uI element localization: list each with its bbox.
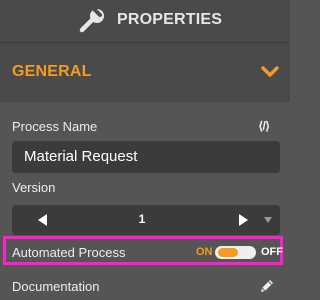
automated-process-toggle[interactable] <box>215 246 256 259</box>
toggle-off-label: OFF <box>261 246 283 258</box>
triangle-right-icon[interactable] <box>238 213 250 227</box>
version-stepper[interactable]: 1 <box>12 205 280 235</box>
triangle-left-icon[interactable] <box>36 213 48 227</box>
panel-title: PROPERTIES <box>117 11 223 28</box>
version-label: Version <box>12 180 56 195</box>
caret-down-icon[interactable] <box>264 217 272 223</box>
wrench-icon <box>79 8 104 33</box>
automated-process-label: Automated Process <box>12 245 126 260</box>
toggle-on-label: ON <box>196 246 213 258</box>
process-name-label: Process Name <box>12 119 98 134</box>
version-value: 1 <box>138 212 146 226</box>
general-section-header[interactable]: GENERAL <box>0 42 290 102</box>
process-name-input[interactable]: Material Request <box>12 141 280 173</box>
code-icon[interactable]: ⟨/⟩ <box>258 119 270 133</box>
chevron-down-icon[interactable] <box>260 65 280 79</box>
pencil-icon[interactable] <box>259 278 275 294</box>
documentation-label: Documentation <box>12 279 100 294</box>
section-title: GENERAL <box>12 63 92 80</box>
toggle-knob <box>218 248 238 257</box>
properties-header: PROPERTIES <box>0 0 290 42</box>
